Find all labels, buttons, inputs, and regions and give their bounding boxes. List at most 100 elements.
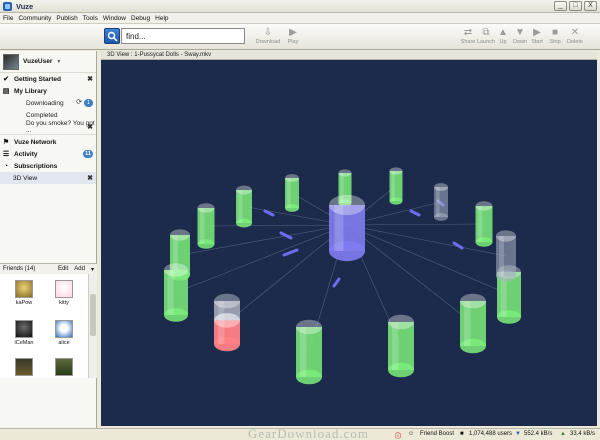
friend-item[interactable] <box>44 358 84 378</box>
avatar <box>55 320 73 338</box>
close-icon[interactable]: ✖ <box>87 123 93 131</box>
avatar <box>55 280 73 298</box>
friends-scrollbar[interactable] <box>88 274 97 378</box>
refresh-icon: ⟳ <box>76 99 82 106</box>
play-icon: ▶ <box>289 27 297 38</box>
search-input[interactable] <box>121 28 245 44</box>
upload-speed: 33.4 kB/s <box>570 431 596 437</box>
window-controls: _ □ X <box>554 1 597 11</box>
menu-bar: File Community Publish Tools Window Debu… <box>0 13 600 24</box>
check-icon: ✔ <box>3 76 9 83</box>
menu-help[interactable]: Help <box>155 15 168 22</box>
vuze-logo-icon <box>3 1 12 11</box>
menu-window[interactable]: Window <box>103 15 126 22</box>
delete-icon: ✕ <box>570 27 580 38</box>
avatar <box>15 320 33 338</box>
data-packet <box>282 248 299 257</box>
toolbar: ⇩ Download ▶ Play ⇄ Share ⧉ Launch ▲ Up … <box>0 24 600 50</box>
avatar <box>15 280 33 298</box>
torrent-hub-node[interactable] <box>329 194 365 262</box>
close-button[interactable]: X <box>584 1 597 11</box>
swarm-3d-view[interactable] <box>101 60 597 426</box>
avatar <box>55 358 73 376</box>
swarm-visualization[interactable] <box>101 60 597 426</box>
peer-node[interactable] <box>164 263 188 322</box>
peer-node[interactable] <box>460 293 486 354</box>
rss-icon: ◔ <box>3 162 9 170</box>
sidebar-item-torrent[interactable]: Do you smoke? You got ... ✖ <box>0 120 96 134</box>
download-speed-icon: ▼ <box>515 431 521 437</box>
count-badge: 11 <box>83 150 93 158</box>
sidebar-item-getting-started[interactable]: ✔ Getting Started ✖ <box>0 73 96 85</box>
data-packet <box>332 277 341 288</box>
peer-node[interactable] <box>434 183 448 221</box>
avatar <box>3 53 19 70</box>
maximize-button[interactable]: □ <box>569 1 582 11</box>
activity-icon: ☰ <box>2 151 10 158</box>
peer-node[interactable] <box>388 314 414 378</box>
friend-item[interactable]: iCeMan <box>4 320 44 346</box>
search-icon <box>107 31 118 42</box>
peer-connection-line <box>346 224 474 324</box>
delete-button[interactable]: ✕ Delete <box>562 27 588 49</box>
peer-node[interactable] <box>389 167 403 205</box>
avatar <box>15 358 33 376</box>
chevron-down-icon[interactable]: ▼ <box>56 59 61 65</box>
play-button[interactable]: ▶ Play <box>280 27 306 49</box>
close-icon[interactable]: ✖ <box>87 75 93 83</box>
download-speed: 552.4 kB/s <box>524 431 553 437</box>
menu-community[interactable]: Community <box>18 15 51 22</box>
peer-node[interactable] <box>197 203 215 249</box>
friend-item[interactable]: kitty <box>44 280 84 306</box>
minimize-button[interactable]: _ <box>554 1 567 11</box>
user-account[interactable]: VuzeUser ▼ <box>0 51 96 73</box>
peer-connection-line <box>205 224 348 227</box>
sidebar-item-downloading[interactable]: Downloading ⟳ 1 <box>0 97 96 109</box>
menu-tools[interactable]: Tools <box>83 15 98 22</box>
upload-speed-icon: ▲ <box>560 431 566 437</box>
close-icon[interactable]: ✖ <box>87 174 93 182</box>
peer-node[interactable] <box>496 230 516 282</box>
peer-connection-line <box>346 223 485 226</box>
chevron-down-icon[interactable]: ▾ <box>91 266 94 273</box>
peer-node[interactable] <box>236 185 252 228</box>
sidebar-item-vuze-network[interactable]: ⚑ Vuze Network <box>0 136 96 148</box>
sidebar-item-activity[interactable]: ☰ Activity 11 <box>0 148 96 160</box>
peer-node[interactable] <box>296 319 322 385</box>
data-packet <box>452 241 464 250</box>
friends-header: Friends (14) Edit Add ▾ <box>0 263 97 274</box>
friend-boost-icon: ☺ <box>408 431 415 437</box>
info-icon[interactable]: ⓘ <box>395 431 401 440</box>
user-count: 1,074,488 users <box>469 431 513 437</box>
friend-item[interactable]: alice <box>44 320 84 346</box>
sidebar: VuzeUser ▼ ✔ Getting Started ✖ ▤ My Libr… <box>0 51 97 429</box>
data-packet <box>409 209 421 217</box>
view-tab[interactable]: 3D View : 1-Pussycat Dolls - Sway.mkv <box>101 51 597 60</box>
network-icon: ⚑ <box>2 139 10 146</box>
edit-friends-link[interactable]: Edit <box>58 266 68 273</box>
friend-item[interactable]: kaPow <box>4 280 44 306</box>
menu-file[interactable]: File <box>3 15 13 22</box>
sidebar-item-3d-view[interactable]: 3D View ✖ <box>0 172 96 184</box>
add-friend-link[interactable]: Add <box>74 266 85 273</box>
friends-list: kaPow kitty iCeMan alice <box>0 274 88 378</box>
peer-node[interactable] <box>475 201 493 247</box>
peer-node[interactable] <box>285 174 299 212</box>
window-title: Vuze <box>16 1 34 11</box>
sidebar-item-my-library[interactable]: ▤ My Library <box>0 85 96 97</box>
divider <box>0 134 96 135</box>
users-icon: ■ <box>460 431 464 437</box>
watermark-text: GearDownload.com <box>248 426 370 440</box>
search-button[interactable] <box>104 28 120 44</box>
count-badge: 1 <box>84 99 93 107</box>
menu-publish[interactable]: Publish <box>56 15 77 22</box>
menu-debug[interactable]: Debug <box>131 15 150 22</box>
scrollbar-thumb[interactable] <box>90 294 96 336</box>
library-icon: ▤ <box>2 88 10 95</box>
sidebar-item-subscriptions[interactable]: ◔ Subscriptions <box>0 160 96 172</box>
friend-boost-label[interactable]: Friend Boost <box>420 431 454 437</box>
friend-item[interactable] <box>4 358 44 378</box>
title-bar: Vuze _ □ X <box>0 0 600 13</box>
peer-node-progress[interactable] <box>214 313 240 352</box>
user-name: VuzeUser <box>23 58 53 65</box>
